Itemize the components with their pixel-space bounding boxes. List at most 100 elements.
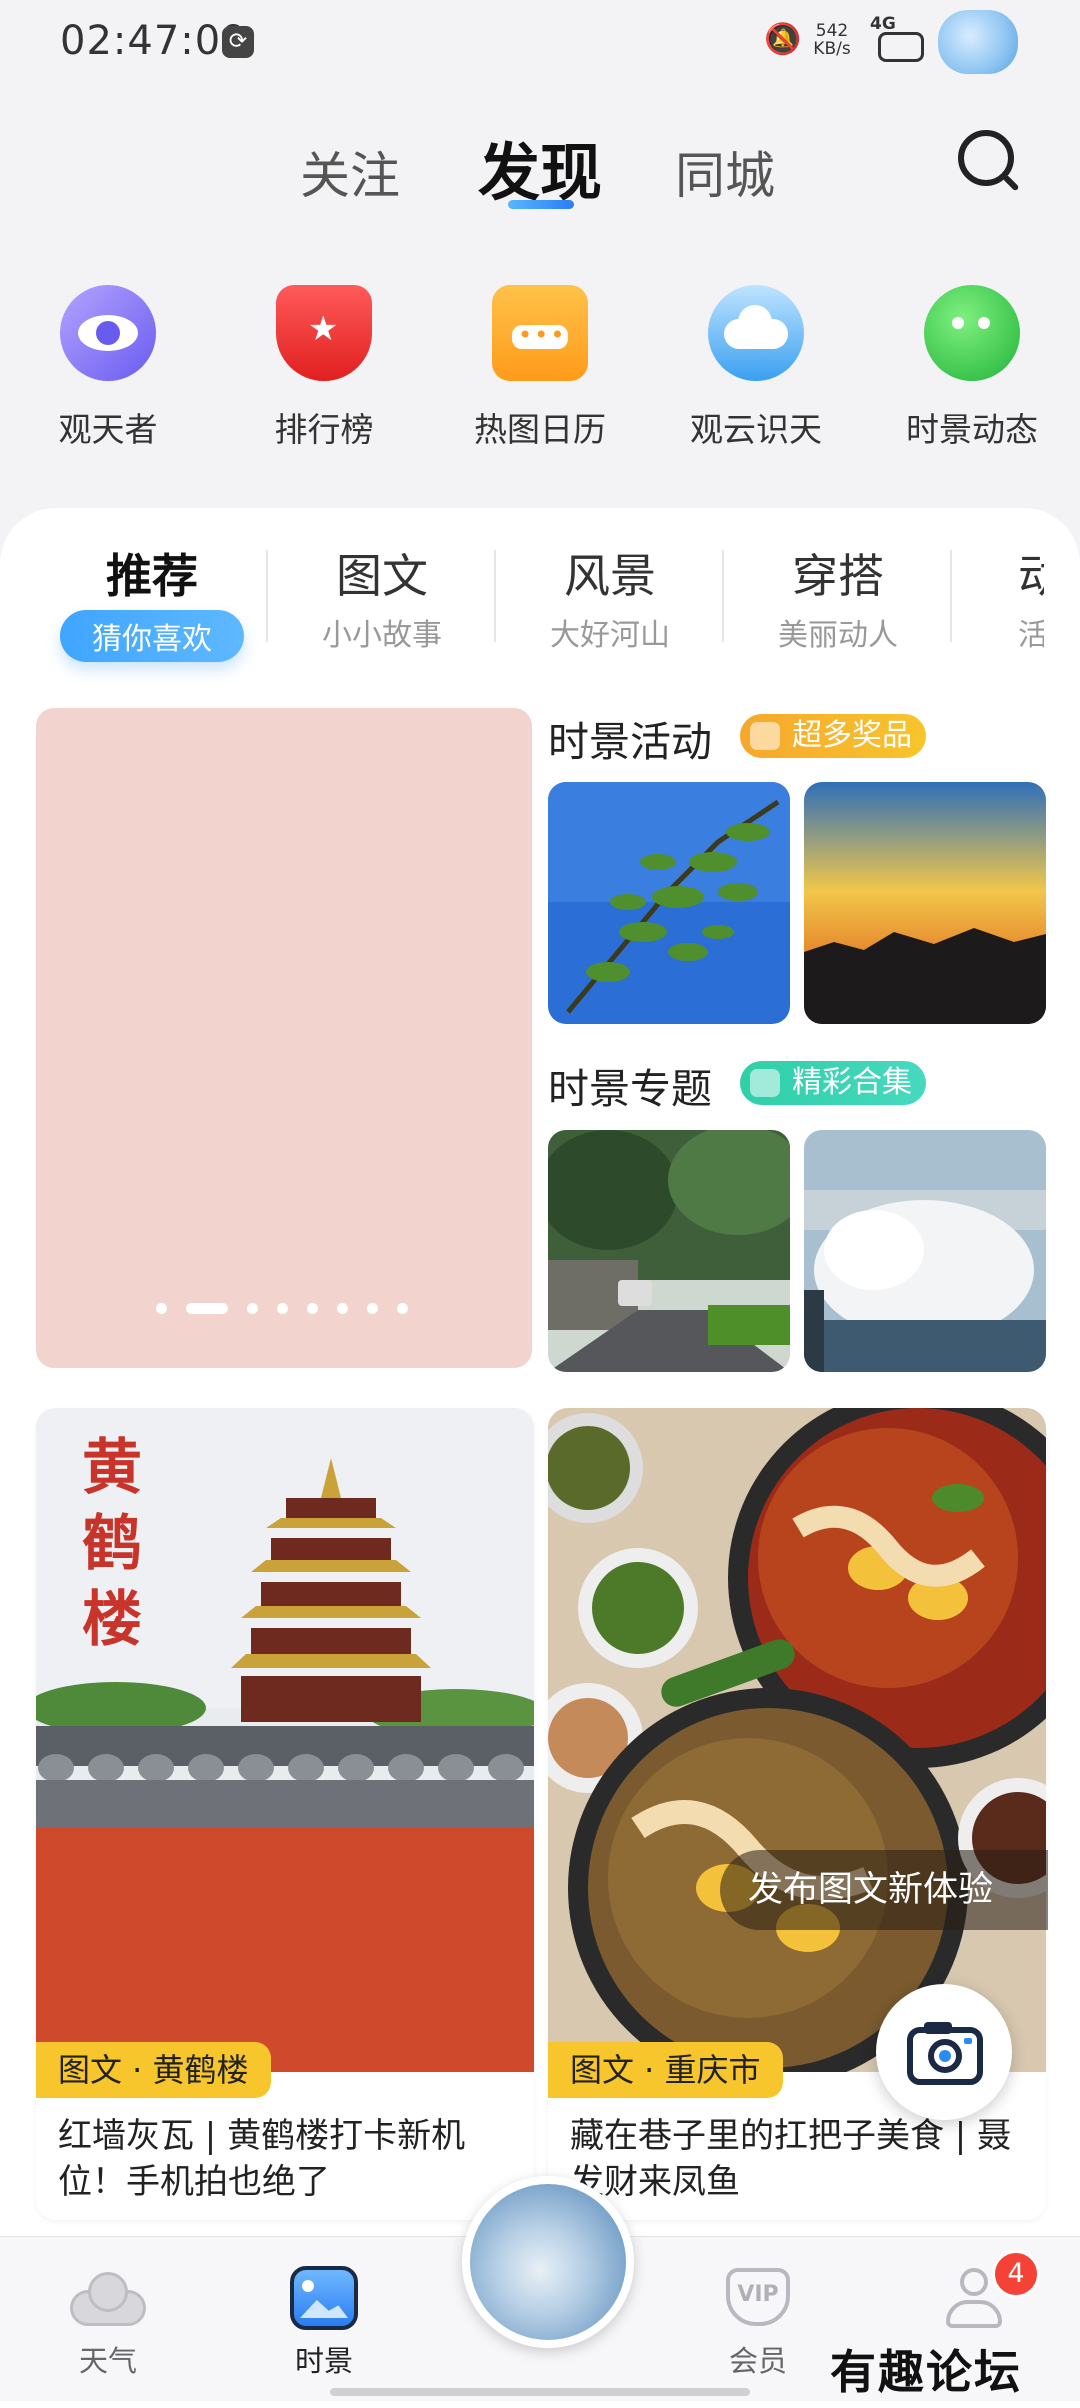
category-title: 动 (1018, 549, 1044, 603)
shortcut-label: 排行榜 (274, 410, 374, 449)
feed-tag: 图文 · 黄鹤楼 (36, 2042, 271, 2098)
tab-follow[interactable]: 关注 (300, 136, 400, 208)
category-tab-outfit[interactable]: 穿搭 美丽动人 (728, 540, 948, 654)
food-image (548, 1408, 1046, 2072)
category-tab-recommend[interactable]: 推荐 猜你喜欢 (42, 540, 262, 662)
nav-label: 天气 (78, 2344, 137, 2378)
category-tab-partial[interactable]: 动 活动 (956, 540, 1044, 650)
activity-badge-label: 超多奖品 (792, 718, 912, 753)
topic-thumb-street[interactable] (548, 1130, 790, 1372)
nav-vip[interactable]: VIP 会员 (688, 2266, 828, 2380)
carousel-dot (247, 1303, 258, 1314)
search-icon[interactable] (958, 130, 1014, 186)
thumb-street-image (548, 1130, 790, 1372)
eye-icon (60, 285, 156, 381)
activity-thumb-tree[interactable] (548, 782, 790, 1024)
planet-icon (924, 285, 1020, 381)
carousel-dot (337, 1303, 348, 1314)
topic-thumb-waves[interactable] (804, 1130, 1046, 1372)
sync-icon: ⟳ (222, 26, 254, 58)
category-tab-scenery[interactable]: 风景 大好河山 (500, 540, 720, 654)
speed-unit: KB/s (813, 39, 851, 59)
network-type: 4G (870, 14, 896, 34)
cloud-icon (70, 2266, 146, 2330)
category-subtitle: 猜你喜欢 (60, 610, 244, 662)
status-time: 02:47:09 (60, 18, 248, 64)
banner-carousel[interactable] (36, 708, 532, 1368)
carousel-dot-active (186, 1303, 228, 1314)
carousel-dot (367, 1303, 378, 1314)
category-title: 推荐 (106, 549, 198, 603)
topic-badge: 精彩合集 (740, 1061, 926, 1105)
category-subtitle: 大好河山 (550, 618, 670, 653)
activity-section-title[interactable]: 时景活动 (548, 708, 712, 768)
signal-bars-icon (878, 32, 924, 62)
shortcut-ranking[interactable]: ★ 排行榜 (244, 285, 404, 451)
calendar-icon: ••• (492, 285, 588, 381)
feed-tag: 图文 · 重庆市 (548, 2042, 783, 2098)
feed-title: 红墙灰瓦 | 黄鹤楼打卡新机位！手机拍也绝了 (58, 2116, 466, 2202)
cloud-icon (708, 285, 804, 381)
home-indicator (330, 2388, 750, 2396)
collection-icon (750, 1069, 780, 1097)
divider (722, 550, 724, 642)
activity-thumb-sunset[interactable] (804, 782, 1046, 1024)
topic-badge-label: 精彩合集 (792, 1065, 912, 1100)
category-title: 图文 (336, 549, 428, 603)
status-avatar-icon (938, 10, 1018, 74)
topic-section-title[interactable]: 时景专题 (548, 1055, 712, 1115)
shortcut-label: 热图日历 (474, 410, 606, 449)
shortcut-photo-calendar[interactable]: ••• 热图日历 (460, 285, 620, 451)
feed-image-tower: 黄鹤楼 (36, 1408, 534, 2072)
thumb-waves-image (804, 1130, 1046, 1372)
category-subtitle: 美丽动人 (778, 618, 898, 653)
category-title: 穿搭 (792, 549, 884, 603)
notification-badge: 4 (992, 2250, 1040, 2298)
nav-label: 会员 (728, 2344, 787, 2378)
thumb-sunset-image (804, 782, 1046, 1024)
divider (266, 550, 268, 642)
category-partial-inner: 动 活动 (956, 540, 1044, 650)
active-tab-indicator (508, 200, 574, 209)
shortcut-observer[interactable]: 观天者 (28, 285, 188, 451)
shortcut-scene-feed[interactable]: 时景动态 (892, 285, 1052, 451)
category-subtitle: 活动 (1018, 618, 1044, 650)
signal-icon: 4G (870, 14, 932, 64)
carousel-dot (307, 1303, 318, 1314)
network-speed: 542 KB/s (808, 22, 856, 58)
nav-label: 时景 (294, 2344, 353, 2378)
gift-icon (750, 722, 780, 750)
shortcut-cloud-id[interactable]: 观云识天 (676, 285, 836, 451)
watermark: 有趣论坛 (830, 2345, 1022, 2399)
photo-icon (286, 2266, 362, 2330)
tab-discover[interactable]: 发现 (478, 122, 602, 212)
publish-tip[interactable]: 发布图文新体验 (720, 1850, 1048, 1930)
speed-value: 542 (815, 21, 849, 41)
carousel-dot (397, 1303, 408, 1314)
thumb-tree-image (548, 782, 790, 1024)
mute-bell-icon: 🔕 (764, 22, 802, 57)
top-nav: 关注 发现 同城 (0, 130, 1080, 230)
tab-local[interactable]: 同城 (675, 136, 775, 208)
category-subtitle: 小小故事 (322, 618, 442, 653)
feed-title: 藏在巷子里的扛把子美食 | 聂发财来凤鱼 (570, 2116, 1012, 2202)
tower-calligraphy: 黄鹤楼 (82, 1433, 142, 1655)
carousel-dot (156, 1303, 167, 1314)
carousel-dots (156, 1298, 427, 1314)
feed-image-food (548, 1408, 1046, 2072)
trophy-icon: ★ (276, 285, 372, 381)
center-sky-button[interactable] (462, 2176, 634, 2348)
camera-icon (907, 2022, 983, 2085)
vip-icon: VIP (720, 2266, 796, 2330)
shortcut-label: 时景动态 (906, 410, 1038, 449)
category-tab-article[interactable]: 图文 小小故事 (272, 540, 492, 654)
shortcut-label: 观云识天 (690, 410, 822, 449)
activity-badge: 超多奖品 (740, 714, 926, 758)
category-title: 风景 (564, 549, 656, 603)
nav-scenes[interactable]: 时景 (254, 2266, 394, 2380)
divider (950, 550, 952, 642)
camera-button[interactable] (876, 1984, 1012, 2120)
carousel-dot (277, 1303, 288, 1314)
feed-card-yellow-crane[interactable]: 黄鹤楼 图文 · 黄鹤楼 红墙灰瓦 | 黄鹤楼打卡新机位！手机拍也绝了 (36, 1408, 534, 2220)
nav-weather[interactable]: 天气 (38, 2266, 178, 2380)
